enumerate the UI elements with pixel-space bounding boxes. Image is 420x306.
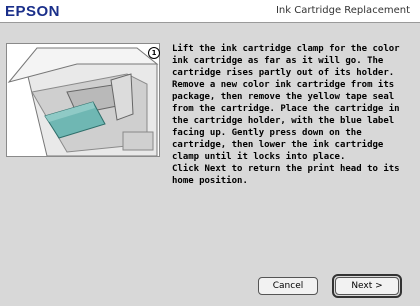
instruction-paragraph: Remove a new color ink cartridge from it… [172, 80, 400, 162]
printer-illustration [6, 43, 160, 157]
next-button[interactable]: Next > [335, 277, 399, 295]
step-number-badge: 1 [148, 47, 160, 59]
ink-replacement-window: EPSON Ink Cartridge Replacement 1 Lift t… [0, 0, 420, 306]
epson-logo: EPSON [5, 3, 61, 20]
instruction-paragraph: Click Next to return the print head to i… [172, 164, 400, 186]
header-bar: EPSON Ink Cartridge Replacement [0, 0, 420, 23]
instructions-text: Lift the ink cartridge clamp for the col… [172, 43, 414, 187]
instruction-paragraph: Lift the ink cartridge clamp for the col… [172, 44, 400, 78]
window-title: Ink Cartridge Replacement [275, 5, 410, 16]
cancel-button[interactable]: Cancel [258, 277, 318, 295]
printer-cartridge-image [7, 47, 159, 156]
